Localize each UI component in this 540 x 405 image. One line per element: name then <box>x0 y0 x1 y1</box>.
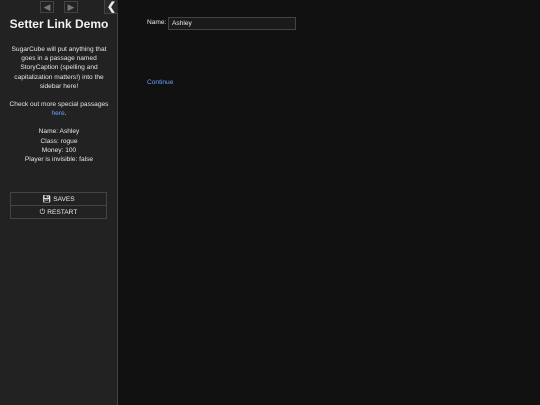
saves-button[interactable]: 💾︎ SAVES <box>10 192 107 206</box>
saves-label: SAVES <box>53 196 75 203</box>
player-stats: Name: Ashley Class: rogue Money: 100 Pla… <box>6 127 112 164</box>
restart-label: RESTART <box>47 209 78 216</box>
app-root: ◀ ▶ ❮ Setter Link Demo SugarCube will pu… <box>0 0 540 405</box>
passage: Name: Continue <box>147 17 527 86</box>
stat-name: Name: Ashley <box>38 128 80 136</box>
stat-class: Class: rogue <box>40 137 78 145</box>
chevron-left-icon[interactable]: ❮ <box>104 0 118 14</box>
ui-bar: ◀ ▶ ❮ Setter Link Demo SugarCube will pu… <box>0 0 118 405</box>
story-title: Setter Link Demo <box>9 17 109 31</box>
name-input[interactable] <box>168 17 296 30</box>
special-passages-text: Check out more special passages here. <box>6 100 112 118</box>
stat-money: Money: 100 <box>41 146 77 154</box>
story-menu: 💾︎ SAVES ⏻︎ RESTART <box>10 192 107 219</box>
arrow-right-icon[interactable]: ▶ <box>64 1 78 13</box>
power-icon: ⏻︎ <box>39 209 46 216</box>
special-suffix: . <box>64 110 67 118</box>
floppy-disk-icon: 💾︎ <box>42 196 52 203</box>
special-prefix: Check out more special passages <box>9 101 109 109</box>
special-passages-link[interactable]: here <box>51 110 64 117</box>
restart-button[interactable]: ⏻︎ RESTART <box>10 205 107 219</box>
arrow-left-icon[interactable]: ◀ <box>40 1 54 13</box>
caption-text: SugarCube will put anything that goes in… <box>11 46 107 90</box>
name-label: Name: <box>147 19 167 26</box>
name-row: Name: <box>147 17 527 31</box>
story-caption: SugarCube will put anything that goes in… <box>6 45 112 173</box>
continue-link[interactable]: Continue <box>147 79 173 86</box>
stat-invisible: Player is invisible: false <box>24 156 94 164</box>
